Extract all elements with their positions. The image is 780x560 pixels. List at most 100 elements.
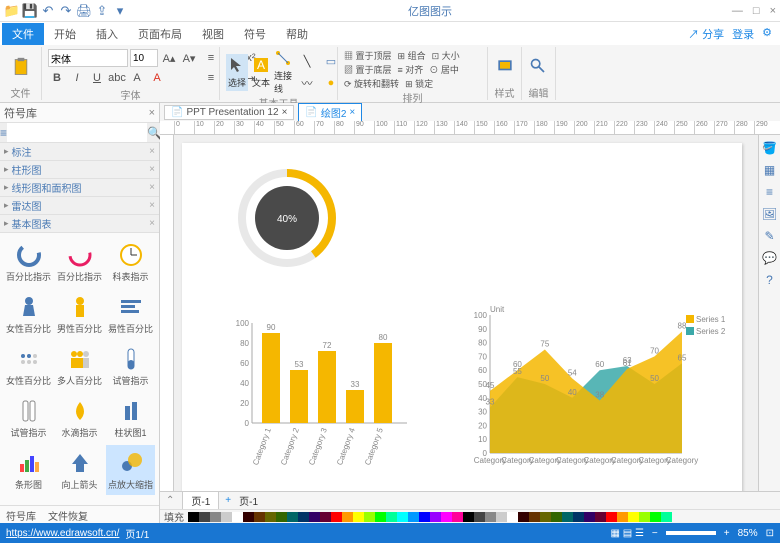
- text-tool[interactable]: A 文本: [252, 56, 270, 89]
- color-swatch[interactable]: [639, 512, 650, 522]
- color-swatch[interactable]: [617, 512, 628, 522]
- shape-item[interactable]: 女性百分比: [4, 289, 53, 339]
- print-icon[interactable]: 🖨: [76, 3, 92, 19]
- bold-button[interactable]: B: [48, 69, 66, 87]
- gauge-chart[interactable]: 40%: [232, 163, 342, 273]
- folder-icon[interactable]: 📁: [4, 3, 20, 19]
- underline-button[interactable]: U: [88, 69, 106, 87]
- color-swatch[interactable]: [331, 512, 342, 522]
- export-icon[interactable]: ⇪: [94, 3, 110, 19]
- color-swatch[interactable]: [474, 512, 485, 522]
- theme-tool-icon[interactable]: ▦: [762, 163, 778, 179]
- color-swatch[interactable]: [188, 512, 199, 522]
- color-swatch[interactable]: [276, 512, 287, 522]
- font-color-button[interactable]: A: [148, 69, 166, 87]
- zoom-in-icon[interactable]: +: [724, 528, 730, 539]
- color-swatch[interactable]: [518, 512, 529, 522]
- status-link[interactable]: https://www.edrawsoft.cn/: [6, 528, 119, 539]
- color-swatch[interactable]: [441, 512, 452, 522]
- align-button2[interactable]: ≡ 对齐: [398, 63, 424, 76]
- color-swatch[interactable]: [573, 512, 584, 522]
- bring-front-button[interactable]: ▦ 置于顶层: [344, 49, 392, 62]
- menu-help[interactable]: 帮助: [276, 23, 318, 45]
- color-swatch[interactable]: [595, 512, 606, 522]
- menu-insert[interactable]: 插入: [86, 23, 128, 45]
- share-button[interactable]: ↗ 分享: [688, 26, 724, 42]
- group-button[interactable]: ⊞ 组合: [398, 49, 426, 62]
- color-swatch[interactable]: [452, 512, 463, 522]
- fill-tool-icon[interactable]: 🪣: [762, 141, 778, 157]
- shape-item[interactable]: 多人百分比: [55, 341, 104, 391]
- menu-symbol[interactable]: 符号: [234, 23, 276, 45]
- shape-item[interactable]: 百分比指示: [4, 237, 53, 287]
- sidebar-tab-library[interactable]: 符号库: [0, 506, 42, 523]
- shape-item[interactable]: 条形图: [4, 445, 53, 495]
- zoom-slider[interactable]: [666, 531, 716, 535]
- category-item[interactable]: ▸基本图表×: [0, 215, 159, 233]
- close-icon[interactable]: ×: [149, 107, 155, 119]
- color-swatch[interactable]: [507, 512, 518, 522]
- line-tool[interactable]: ╲: [296, 51, 318, 71]
- bullets-button[interactable]: ≡: [202, 49, 220, 67]
- color-swatch[interactable]: [463, 512, 474, 522]
- shape-item[interactable]: 试管指示: [4, 393, 53, 443]
- shape-item[interactable]: 百分比指示: [55, 237, 104, 287]
- highlight-button[interactable]: A: [128, 69, 146, 87]
- color-swatch[interactable]: [364, 512, 375, 522]
- category-item[interactable]: ▸雷达图×: [0, 197, 159, 215]
- size-button[interactable]: ⊡ 大小: [432, 49, 460, 62]
- color-swatch[interactable]: [562, 512, 573, 522]
- color-swatch[interactable]: [375, 512, 386, 522]
- color-swatch[interactable]: [529, 512, 540, 522]
- menu-page-layout[interactable]: 页面布局: [128, 23, 192, 45]
- zoom-out-icon[interactable]: −: [652, 528, 658, 539]
- view-icons[interactable]: ▦ ▤ ☰: [610, 528, 643, 539]
- login-button[interactable]: 登录: [732, 26, 754, 42]
- color-swatch[interactable]: [353, 512, 364, 522]
- italic-button[interactable]: I: [68, 69, 86, 87]
- color-swatch[interactable]: [243, 512, 254, 522]
- shape-item[interactable]: 试管指示: [106, 341, 155, 391]
- color-swatch[interactable]: [287, 512, 298, 522]
- image-icon[interactable]: 🖼: [762, 207, 778, 223]
- color-swatch[interactable]: [650, 512, 661, 522]
- color-swatch[interactable]: [540, 512, 551, 522]
- search-input[interactable]: [7, 123, 147, 142]
- comment-icon[interactable]: 💬: [762, 251, 778, 267]
- shrink-font-icon[interactable]: A▾: [180, 49, 198, 67]
- style-button[interactable]: [494, 49, 515, 85]
- font-family-select[interactable]: [48, 49, 128, 67]
- color-swatch[interactable]: [584, 512, 595, 522]
- paste-button[interactable]: [6, 49, 35, 85]
- save-icon[interactable]: 💾: [22, 3, 38, 19]
- color-swatch[interactable]: [342, 512, 353, 522]
- color-swatch[interactable]: [496, 512, 507, 522]
- add-page-icon[interactable]: +: [221, 495, 235, 506]
- color-swatch[interactable]: [254, 512, 265, 522]
- lock-button[interactable]: ⊞ 锁定: [405, 77, 433, 90]
- category-item[interactable]: ▸线形图和面积图×: [0, 179, 159, 197]
- color-swatch[interactable]: [628, 512, 639, 522]
- undo-icon[interactable]: ↶: [40, 3, 56, 19]
- shape-item[interactable]: 向上箭头: [55, 445, 104, 495]
- shape-item[interactable]: [55, 497, 104, 505]
- color-swatch[interactable]: [320, 512, 331, 522]
- sidebar-tab-recovery[interactable]: 文件恢复: [42, 506, 94, 523]
- menu-view[interactable]: 视图: [192, 23, 234, 45]
- more-icon[interactable]: ▾: [112, 3, 128, 19]
- color-swatch[interactable]: [606, 512, 617, 522]
- clipart-icon[interactable]: ✎: [762, 229, 778, 245]
- color-swatch[interactable]: [386, 512, 397, 522]
- align-button[interactable]: ≡: [202, 69, 220, 87]
- drawing-page[interactable]: 40% 02040608010090Category 153Category 2…: [182, 143, 742, 491]
- color-swatch[interactable]: [408, 512, 419, 522]
- color-swatch[interactable]: [485, 512, 496, 522]
- shape-item[interactable]: 易性百分比: [106, 289, 155, 339]
- color-swatch[interactable]: [298, 512, 309, 522]
- color-swatch[interactable]: [210, 512, 221, 522]
- minimize-button[interactable]: —: [732, 5, 743, 17]
- close-button[interactable]: ×: [770, 5, 776, 17]
- fit-icon[interactable]: ⊡: [766, 528, 774, 539]
- menu-file[interactable]: 文件: [2, 23, 44, 45]
- color-swatch[interactable]: [221, 512, 232, 522]
